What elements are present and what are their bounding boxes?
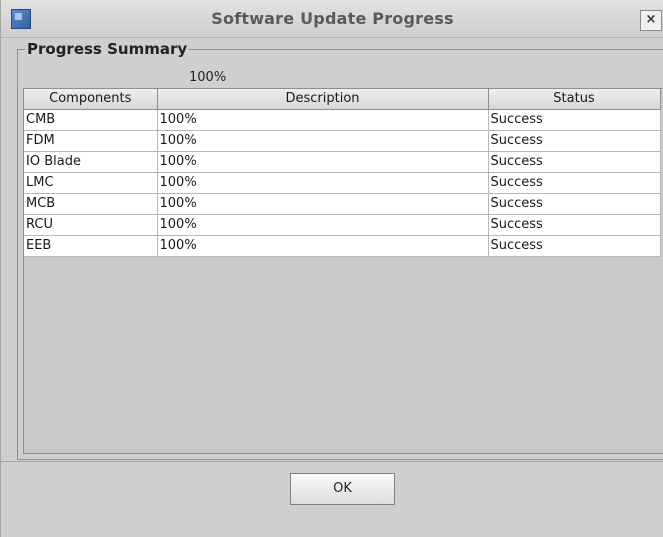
cell-description: 100% [156,171,489,194]
cell-status: Success [487,171,661,194]
overall-progress-text: 100% [189,70,227,85]
column-header-status[interactable]: Status [487,89,661,110]
progress-summary-legend: Progress Summary [25,40,190,58]
components-table: Components Description Status CMB 100% S… [24,89,661,257]
cell-description: 100% [156,213,489,236]
close-icon[interactable]: × [640,10,662,31]
table-row[interactable]: IO Blade 100% Success [24,150,661,173]
cell-status: Success [487,129,661,152]
cell-description: 100% [156,192,489,215]
title-bar[interactable]: Software Update Progress × [1,0,663,38]
table-header-row: Components Description Status [24,89,661,110]
column-header-components[interactable]: Components [24,89,158,110]
cell-status: Success [487,213,661,236]
table-row[interactable]: MCB 100% Success [24,192,661,215]
cell-status: Success [487,108,661,131]
table-row[interactable]: RCU 100% Success [24,213,661,236]
cell-description: 100% [156,129,489,152]
table-row[interactable]: FDM 100% Success [24,129,661,152]
table-row[interactable]: CMB 100% Success [24,108,661,131]
cell-component: RCU [24,213,158,236]
cell-component: EEB [24,234,158,257]
cell-description: 100% [156,234,489,257]
cell-component: FDM [24,129,158,152]
cell-component: IO Blade [24,150,158,173]
cell-component: CMB [24,108,158,131]
ok-button[interactable]: OK [290,473,395,505]
cell-description: 100% [156,108,489,131]
window-title: Software Update Progress [211,9,454,28]
cell-component: LMC [24,171,158,194]
column-header-description[interactable]: Description [156,89,489,110]
components-table-viewport[interactable]: Components Description Status CMB 100% S… [23,88,663,454]
cell-status: Success [487,150,661,173]
table-row[interactable]: LMC 100% Success [24,171,661,194]
table-row[interactable]: EEB 100% Success [24,234,661,257]
cell-status: Success [487,192,661,215]
cell-status: Success [487,234,661,257]
update-progress-dialog: Software Update Progress × Progress Summ… [0,0,663,537]
cell-description: 100% [156,150,489,173]
cell-component: MCB [24,192,158,215]
